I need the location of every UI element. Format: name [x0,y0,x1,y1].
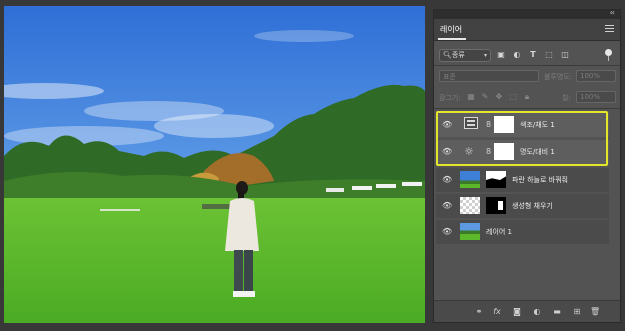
visibility-icon[interactable]: 👁︎ [442,147,452,156]
photo [4,6,425,323]
filter-kind-label: 종류 [451,51,465,59]
layers-bottom-toolbar: ⚭ fx ◙ ◐ ▬ ⊞ 🗑︎ [434,300,620,322]
mask-thumbnail[interactable] [486,171,506,188]
layer-row[interactable]: 👁︎ 레이어 1 [436,220,609,244]
fx-icon[interactable]: fx [492,307,502,317]
layer-thumbnail[interactable] [460,197,480,214]
panel-menu-icon[interactable] [605,25,614,32]
fill-value: 100% [580,93,601,101]
panel-tab-bar: 레이어 [434,19,620,41]
layer-name: 파란 하늘로 바꿔줘 [512,176,568,184]
mask-thumbnail[interactable] [494,143,514,160]
adjustment-filter-icon[interactable]: ◐ [512,50,522,60]
layer-row[interactable]: 👁︎ 생성형 채우기 [436,194,609,218]
type-filter-icon[interactable]: T [528,50,538,60]
visibility-icon[interactable]: 👁︎ [442,227,452,236]
link-layers-icon[interactable]: ⚭ [474,307,484,317]
document-canvas[interactable] [4,6,425,323]
lock-label: 잠그기: [439,94,461,102]
filter-kind-select[interactable]: 🔍︎종류 ▾ [439,49,491,62]
blend-row: 표준 불투명도: 100% [434,66,620,86]
layer-row[interactable]: 👁︎ 파란 하늘로 바꿔줘 [436,168,609,192]
blend-mode-label: 표준 [443,73,456,81]
chevron-down-icon: ▾ [483,52,487,59]
visibility-icon[interactable]: 👁︎ [442,120,452,129]
mask-icon[interactable]: ◙ [512,307,522,317]
link-icon[interactable]: 8 [486,147,492,157]
layer-row[interactable]: 👁︎ ☼ 8 명도/대비 1 [436,140,609,164]
folder-icon[interactable]: ▬ [552,307,562,317]
layer-thumbnail[interactable] [460,171,480,188]
shape-filter-icon[interactable]: ⬚ [544,50,554,60]
layers-panel: ‹‹ 레이어 🔍︎종류 ▾ ▣ ◐ T ⬚ ◫ 표준 불투명도: 100% 잠그… [433,8,621,323]
layer-row[interactable]: 👁︎ 8 색조/채도 1 [436,113,609,137]
lock-move-icon[interactable]: ✥ [494,92,504,102]
layer-thumbnail[interactable] [460,223,480,240]
tab-active-underline [438,38,466,40]
link-icon[interactable]: 8 [486,120,492,130]
tab-layers[interactable]: 레이어 [440,24,462,35]
trash-icon[interactable]: 🗑︎ [590,307,600,317]
layer-name: 레이어 1 [486,228,512,236]
layer-name: 생성형 채우기 [512,202,553,210]
photoshop-workspace: ‹‹ 레이어 🔍︎종류 ▾ ▣ ◐ T ⬚ ◫ 표준 불투명도: 100% 잠그… [0,0,625,331]
lock-row: 잠그기: ▦ ✎ ✥ ⬚ 🔒︎ 칠: 100% [434,87,620,107]
opacity-value: 100% [580,72,601,80]
visibility-icon[interactable]: 👁︎ [442,175,452,184]
adjustment-icon[interactable]: ◐ [532,307,542,317]
opacity-label: 불투명도: [544,73,573,81]
search-icon: 🔍︎ [443,51,452,59]
layer-name: 명도/대비 1 [520,148,555,156]
lock-transparent-icon[interactable]: ▦ [466,92,476,102]
lock-all-icon[interactable]: 🔒︎ [522,92,532,102]
lock-paint-icon[interactable]: ✎ [480,92,490,102]
panel-header-strip: ‹‹ [434,8,620,19]
smart-object-filter-icon[interactable]: ◫ [560,50,570,60]
brightness-contrast-icon: ☼ [464,145,474,158]
filter-row: 🔍︎종류 ▾ ▣ ◐ T ⬚ ◫ [434,45,620,65]
collapse-icon[interactable]: ‹‹ [610,8,616,17]
layer-name: 색조/채도 1 [520,121,555,129]
filter-toggle-stem [608,56,609,61]
fill-label: 칠: [562,94,571,102]
mask-thumbnail[interactable] [486,197,506,214]
new-layer-icon[interactable]: ⊞ [572,307,582,317]
mask-thumbnail[interactable] [494,116,514,133]
filter-toggle-icon[interactable] [605,49,612,56]
divider [434,108,620,109]
visibility-icon[interactable]: 👁︎ [442,201,452,210]
image-filter-icon[interactable]: ▣ [496,50,506,60]
lock-artboard-icon[interactable]: ⬚ [508,92,518,102]
hue-saturation-icon [464,117,478,129]
